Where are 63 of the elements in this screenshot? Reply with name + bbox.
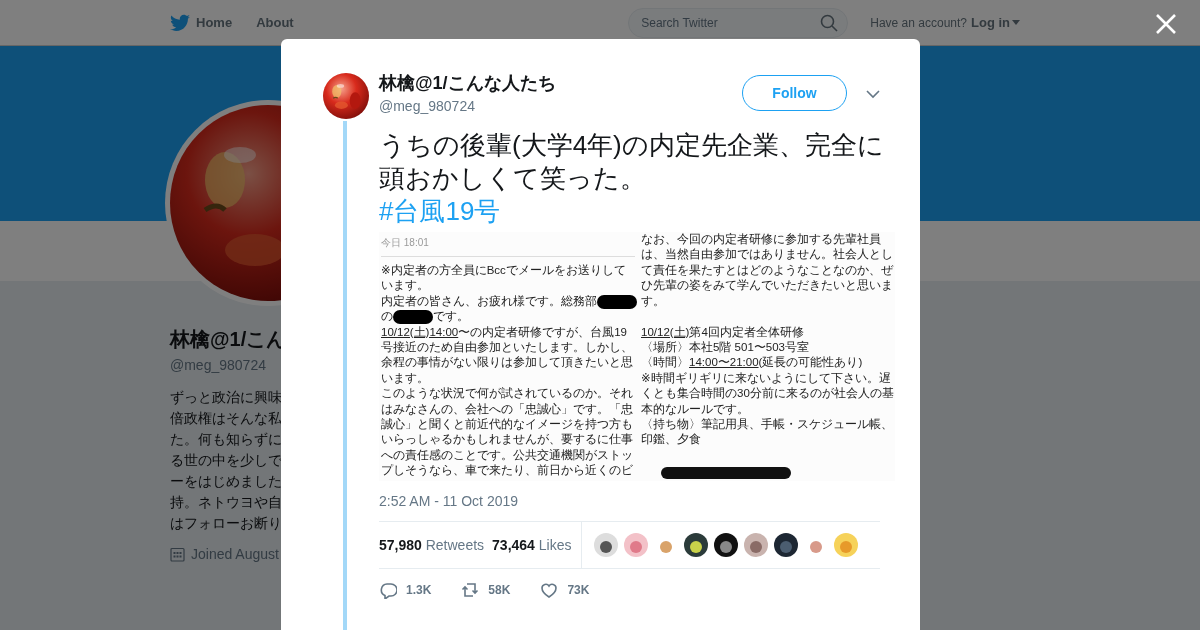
document-line: 〈場所〉本社5階 501〜503号室 <box>641 340 809 356</box>
document-line: 内定者の皆さん、お疲れ様です。総務部 <box>381 293 637 310</box>
hashtag-link[interactable]: #台風19号 <box>379 195 501 228</box>
document-line: への責任感のことです。公共交通機関がストッ <box>381 447 633 463</box>
document-line: は、当然自由参加ではありません。社会人とし <box>641 247 893 263</box>
document-line: います。 <box>381 278 429 294</box>
document-line: プしそうなら、車で来たり、前日から近くのビ <box>381 463 633 479</box>
tweet-timestamp: 2:52 AM - 11 Oct 2019 <box>379 493 520 510</box>
document-line: ※時間ギリギリに来ないようにして下さい。遅 <box>641 370 891 387</box>
bird-icon <box>170 13 190 32</box>
document-line: 印鑑、夕食 <box>641 432 701 448</box>
document-line: くとも集合時間の30分前に来るのが社会人の基 <box>641 386 894 402</box>
document-line: 本的なルールです。 <box>641 401 749 418</box>
like-count[interactable]: 73,464 Likes <box>492 537 572 554</box>
bio-line: る世の中を少しで <box>170 452 282 470</box>
search-icon <box>820 13 839 32</box>
document-line: 10/12(土)14:00〜の内定者研修ですが、台風19 <box>381 324 627 340</box>
like-icon <box>540 581 559 600</box>
bio-line: はフォローお断り <box>170 515 282 533</box>
account-prompt: Have an account? <box>870 15 967 30</box>
home-link[interactable]: Home <box>170 13 233 32</box>
bio-line: 倍政権はそんな私 <box>170 410 282 428</box>
bio-line: ーをはじめました <box>170 473 282 491</box>
document-line: はみなさんの、会社への「忠誠心」です。「忠 <box>381 401 633 418</box>
document-line: 誠心」と聞くと前近代的なイメージを持つ方も <box>381 417 633 433</box>
retweet-button[interactable]: 58K <box>461 581 515 600</box>
calendar-icon <box>170 546 185 562</box>
author-handle: @meg_980724 <box>379 98 476 114</box>
retweet-count[interactable]: 57,980 Retweets <box>379 537 485 554</box>
document-line: 号接近のため自由参加といたします。しかし、 <box>381 340 633 356</box>
document-line: て責任を果たすとはどのようなことなのか、ぜ <box>641 262 893 279</box>
document-line: 10/12(土)第4回内定者全体研修 <box>641 324 804 340</box>
bio-line: 持。ネトウヨや自 <box>170 494 282 512</box>
caret-icon <box>1012 20 1020 25</box>
document-line: いらっしゃるかもしれませんが、要するに仕事 <box>381 432 633 448</box>
document-line: す。 <box>641 293 665 309</box>
joined-date: Joined August <box>191 546 279 562</box>
chevron-icon[interactable] <box>866 89 880 99</box>
reply-icon <box>379 581 397 600</box>
close-icon <box>1154 12 1178 36</box>
bio-line: た。何も知らずに <box>170 431 282 449</box>
document-line: ※内定者の方全員にBccでメールをお送りして <box>381 263 626 278</box>
document-line: います。 <box>381 370 429 386</box>
profile-handle: @meg_980724 <box>170 357 266 373</box>
about-link[interactable]: About <box>256 15 294 30</box>
retweet-icon <box>461 581 480 600</box>
tweet-text: うちの後輩(大学4年)の内定先企業、完全に頭おかしくて笑った。 <box>379 129 885 195</box>
reply-button[interactable]: 1.3K <box>379 581 436 600</box>
document-line: なお、今回の内定者研修に参加する先輩社員 <box>641 232 881 248</box>
document-line: 余程の事情がない限りは参加して頂きたいと思 <box>381 355 633 371</box>
document-line: ひ先輩の姿をみて学んでいただきたいと思いま <box>641 278 893 294</box>
document-line: 〈時間〉14:00〜21:00(延長の可能性あり) <box>641 355 863 371</box>
login-button[interactable]: Log in <box>971 15 1020 30</box>
document-line: の です。 <box>381 309 469 325</box>
follow-button[interactable]: Follow <box>742 75 847 111</box>
bio-line: ずっと政治に興味 <box>170 389 282 407</box>
like-button[interactable]: 73K <box>540 581 594 600</box>
message-time: 今日 18:01 <box>381 236 429 250</box>
author-name: 林檎@1/こんな人たち <box>379 72 557 95</box>
document-line: 〈持ち物〉筆記用具、手帳・スケジュール帳、 <box>641 417 893 433</box>
document-line: このような状況で何が試されているのか。それ <box>381 386 633 402</box>
close-button[interactable] <box>1154 12 1178 36</box>
search-field[interactable]: Search Twitter <box>628 7 849 38</box>
